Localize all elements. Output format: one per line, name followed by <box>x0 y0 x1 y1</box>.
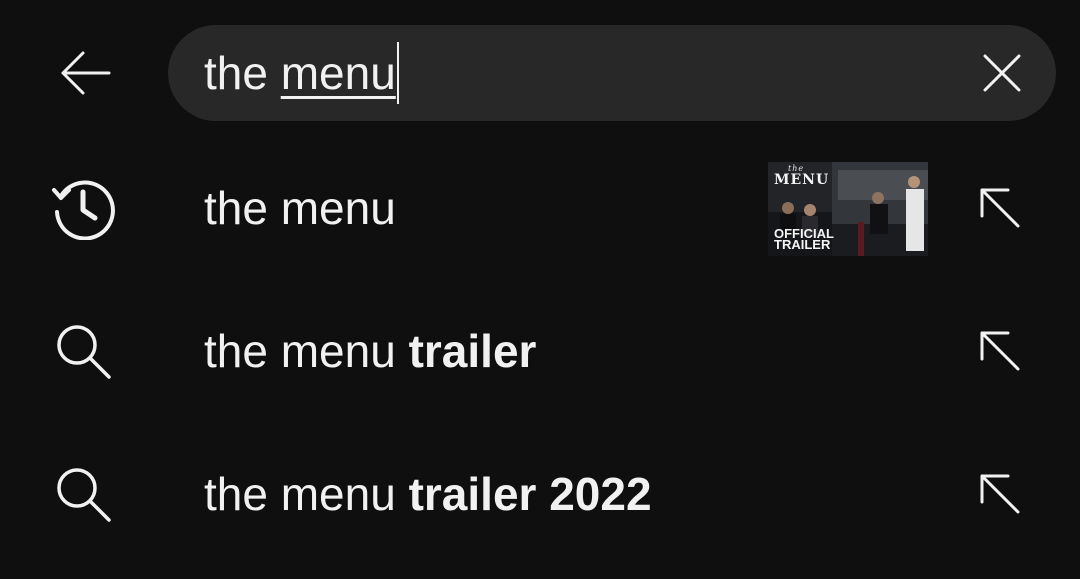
search-icon-wrap <box>48 316 118 386</box>
search-field[interactable]: the menu <box>168 25 1056 121</box>
thumbnail-badge: OFFICIAL TRAILER <box>774 227 834 252</box>
suggestion-row-history[interactable]: the menu the MENU OFFICIAL TRAILER <box>0 136 1080 280</box>
suggestion-text: the menu trailer 2022 <box>204 422 652 566</box>
suggestion-thumbnail[interactable]: the MENU OFFICIAL TRAILER <box>768 162 936 256</box>
suggestion-text: the menu trailer <box>204 279 536 423</box>
fill-query-button[interactable] <box>966 174 1032 240</box>
search-icon-wrap <box>48 459 118 529</box>
suggestion-text-plain: the menu <box>204 325 409 377</box>
suggestion-text: the menu <box>204 136 396 280</box>
search-icon <box>57 468 111 522</box>
suggestion-text-plain: the menu <box>204 468 409 520</box>
fill-query-button[interactable] <box>966 460 1032 526</box>
arrow-up-left-icon <box>980 188 1020 228</box>
thumbnail-title: MENU <box>774 172 830 188</box>
fill-query-button[interactable] <box>966 317 1032 383</box>
close-icon <box>983 54 1021 92</box>
search-header: the menu <box>0 0 1080 146</box>
suggestion-text-plain: the menu <box>204 182 396 234</box>
search-icon <box>57 325 111 379</box>
suggestion-row-search[interactable]: the menu trailer 2022 <box>0 422 1080 566</box>
clear-search-button[interactable] <box>978 49 1026 97</box>
arrow-left-icon <box>61 51 111 95</box>
thumbnail-badge-line2: TRAILER <box>774 237 831 252</box>
arrow-up-left-icon <box>980 474 1020 514</box>
search-input[interactable]: the menu <box>204 25 399 121</box>
back-button[interactable] <box>50 40 120 106</box>
arrow-up-left-icon <box>980 331 1020 371</box>
suggestion-row-search[interactable]: the menu trailer <box>0 279 1080 423</box>
suggestion-text-bold: trailer 2022 <box>408 468 652 520</box>
history-icon-wrap <box>48 173 118 243</box>
search-query-plain: the <box>204 47 281 99</box>
suggestion-text-bold: trailer <box>408 325 537 377</box>
search-query-composing: menu <box>280 47 396 99</box>
history-icon <box>52 180 115 240</box>
text-caret <box>396 41 399 104</box>
